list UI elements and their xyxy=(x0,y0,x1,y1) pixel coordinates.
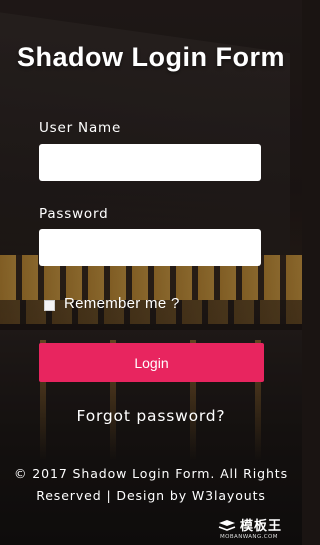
username-input[interactable] xyxy=(39,144,261,181)
w3layouts-link[interactable]: W3layouts xyxy=(192,488,266,503)
login-button[interactable]: Login xyxy=(39,343,264,382)
password-label: Password xyxy=(39,206,109,222)
footer-copyright: © 2017 Shadow Login Form. All Rights xyxy=(14,466,288,481)
watermark-brand: 模板王 xyxy=(240,519,283,534)
footer: © 2017 Shadow Login Form. All Rights Res… xyxy=(0,463,302,507)
password-input[interactable] xyxy=(39,229,261,266)
username-label: User Name xyxy=(39,120,122,136)
watermark: 模板王 MOBANWANG.COM xyxy=(218,515,298,541)
watermark-domain: MOBANWANG.COM xyxy=(220,534,278,540)
remember-me-label: Remember me ? xyxy=(64,295,180,312)
remember-me-checkbox[interactable] xyxy=(44,299,55,311)
login-page: Shadow Login Form User Name Password Rem… xyxy=(0,0,302,545)
page-title: Shadow Login Form xyxy=(17,42,285,72)
moban-logo-icon xyxy=(218,520,236,531)
remember-me-row[interactable]: Remember me ? xyxy=(44,295,180,312)
footer-credit: Reserved | Design by W3layouts xyxy=(0,485,302,507)
footer-credit-text: Reserved | Design by xyxy=(36,488,192,503)
forgot-password-link[interactable]: Forgot password? xyxy=(0,407,302,425)
